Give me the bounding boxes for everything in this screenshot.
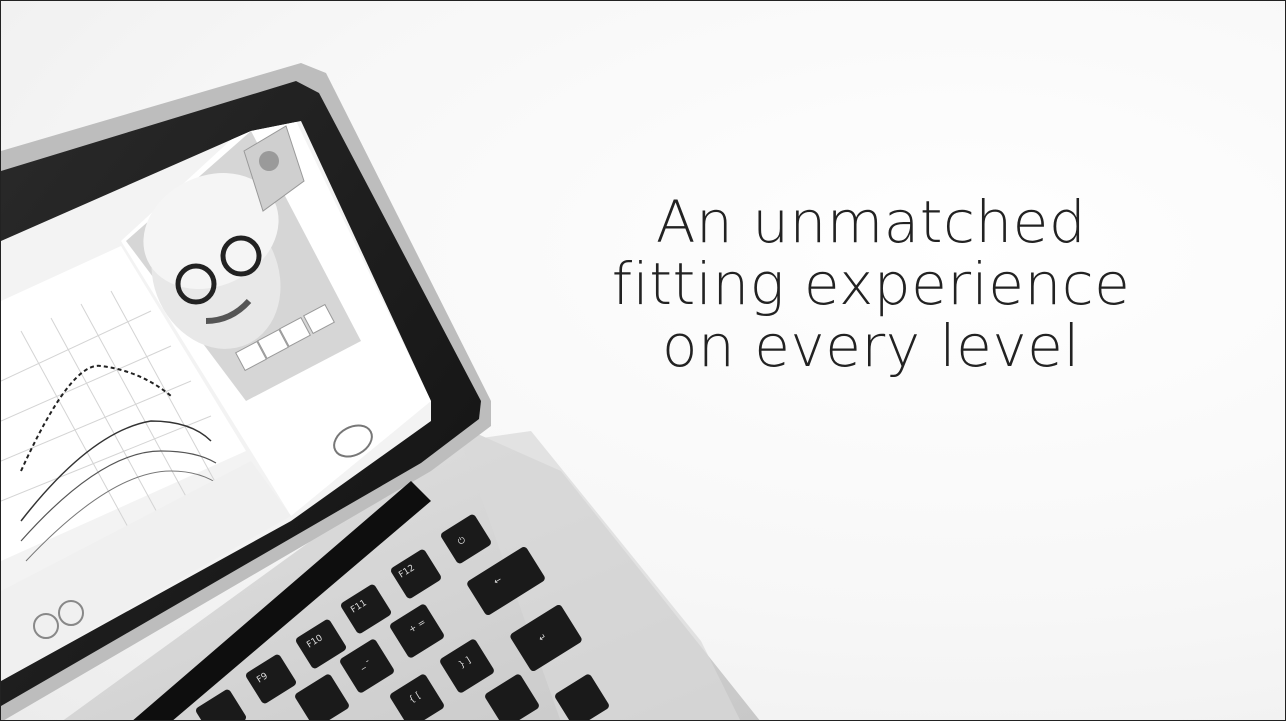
headline-line-1: An unmatched [655, 188, 1087, 256]
slide: ⏻ ← F12 F11 F10 F9 + = _ - } ] { [ ↵ An … [0, 0, 1286, 721]
headline-line-2: fitting experience [611, 250, 1131, 318]
slide-headline: An unmatched fitting experience on every… [586, 191, 1156, 377]
headline-line-3: on every level [662, 312, 1080, 380]
